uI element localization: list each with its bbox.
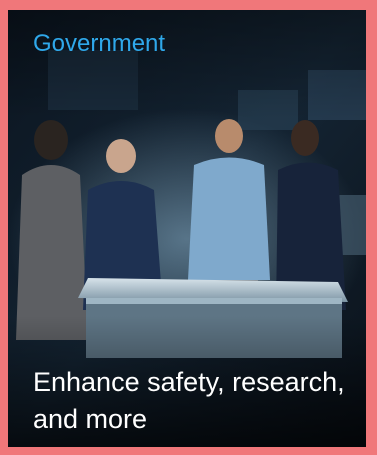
card-headline: Enhance safety, research, and more — [33, 367, 345, 434]
government-card[interactable]: Government Enhance safety, research, and… — [8, 10, 366, 447]
category-label: Government — [33, 30, 166, 57]
